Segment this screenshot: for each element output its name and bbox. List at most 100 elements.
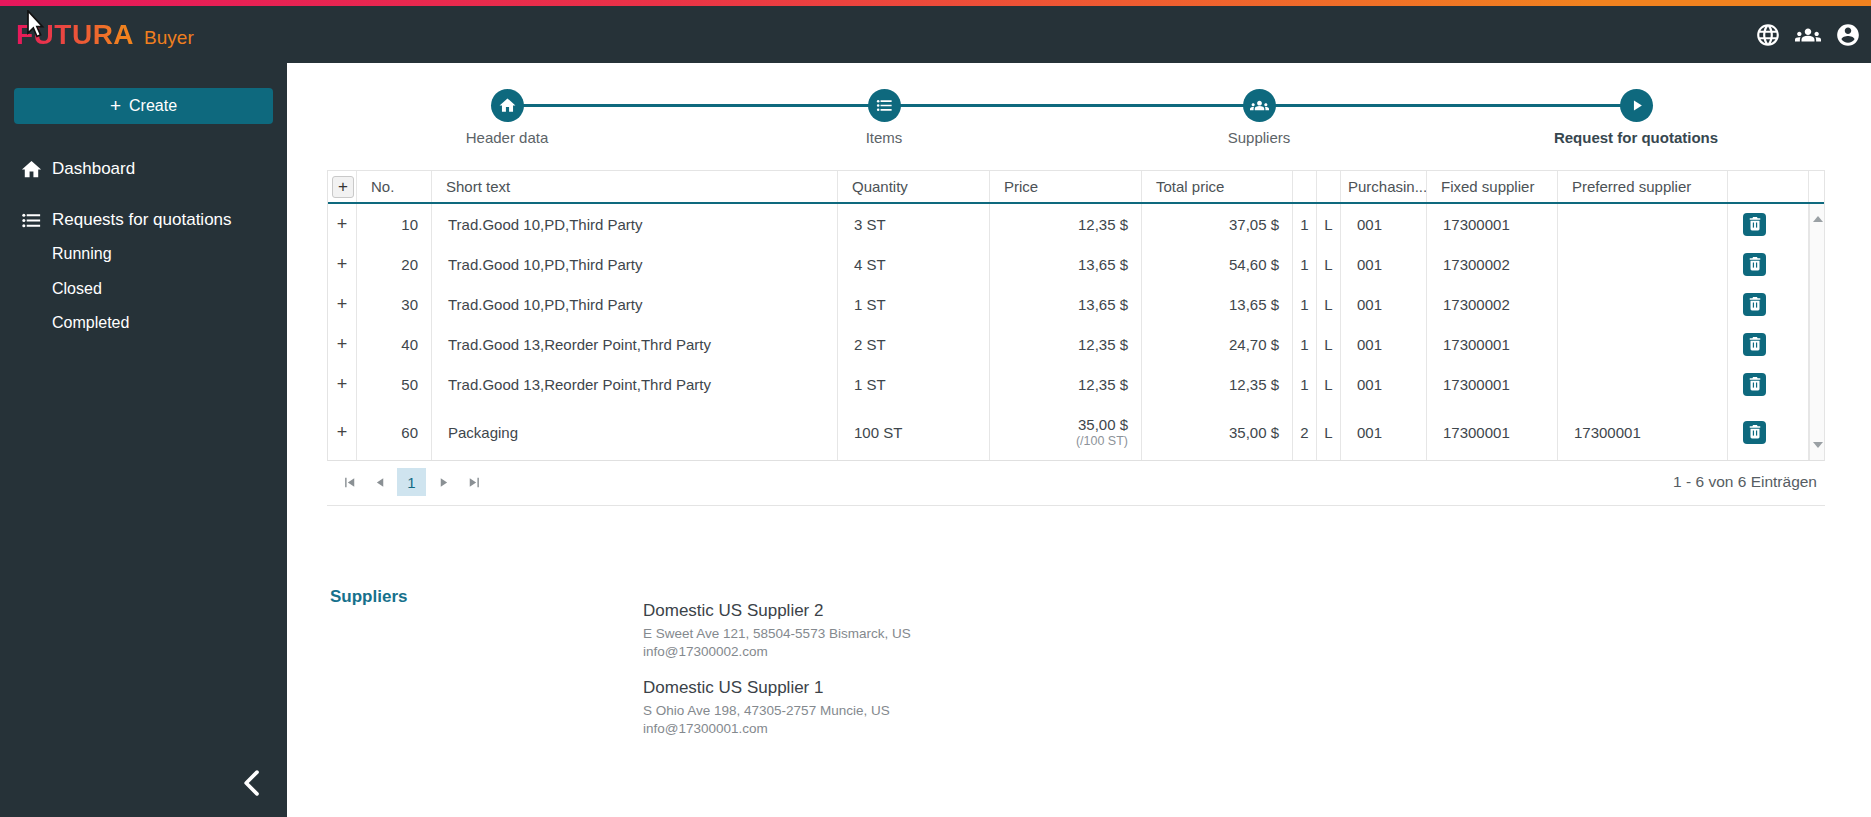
globe-icon[interactable]: [1755, 22, 1781, 48]
delete-row-button[interactable]: [1743, 293, 1766, 316]
supplier-name: Domestic US Supplier 2: [643, 601, 911, 621]
cell-short-text: Packaging: [432, 404, 838, 460]
cell-c1: 1: [1293, 364, 1317, 404]
pagination-current-page[interactable]: 1: [397, 468, 426, 496]
row-actions-cell: [1728, 324, 1809, 364]
step-label: Suppliers: [1109, 129, 1409, 146]
expand-row-icon[interactable]: +: [337, 422, 348, 443]
account-icon[interactable]: [1835, 22, 1861, 48]
cell-purchasing: 001: [1341, 244, 1427, 284]
supplier-email: info@17300001.com: [643, 720, 911, 738]
sidebar-item-label: Dashboard: [52, 159, 135, 179]
row-expand-cell: +: [328, 284, 357, 324]
add-row-button[interactable]: +: [332, 176, 354, 198]
cell-c1: 1: [1293, 324, 1317, 364]
row-expand-cell: +: [328, 324, 357, 364]
cell-c2: L: [1317, 284, 1341, 324]
pagination-first-button[interactable]: [335, 468, 363, 496]
sidebar-item-closed[interactable]: Closed: [52, 278, 102, 300]
row-expand-cell: +: [328, 244, 357, 284]
pagination-last-button[interactable]: [460, 468, 488, 496]
header-cell-scrollbar: [1809, 171, 1824, 202]
supplier-address: S Ohio Ave 198, 47305-2757 Muncie, US: [643, 702, 911, 720]
cell-c1: 1: [1293, 244, 1317, 284]
sidebar-item-label: Requests for quotations: [52, 210, 232, 230]
scroll-down-icon[interactable]: [1813, 442, 1823, 448]
header-cell-short-text: Short text: [432, 171, 838, 202]
cell-c1: 1: [1293, 284, 1317, 324]
cell-quantity: 4 ST: [838, 244, 990, 284]
table-row: +50Trad.Good 13,Reorder Point,Thrd Party…: [328, 364, 1809, 404]
table-row: +10Trad.Good 10,PD,Third Party3 ST12,35 …: [328, 204, 1809, 244]
cell-c2: L: [1317, 204, 1341, 244]
expand-row-icon[interactable]: +: [337, 254, 348, 275]
sidebar-item-dashboard[interactable]: Dashboard: [0, 155, 287, 183]
cell-price: 12,35 $: [990, 364, 1142, 404]
cell-preferred-supplier: [1558, 364, 1728, 404]
header-cell-add: +: [328, 171, 357, 202]
home-icon: [20, 158, 43, 181]
cell-short-text: Trad.Good 10,PD,Third Party: [432, 204, 838, 244]
suppliers-heading: Suppliers: [330, 587, 407, 607]
row-expand-cell: +: [328, 404, 357, 460]
users-icon[interactable]: [1795, 22, 1821, 48]
row-actions-cell: [1728, 364, 1809, 404]
cell-short-text: Trad.Good 10,PD,Third Party: [432, 244, 838, 284]
delete-row-button[interactable]: [1743, 333, 1766, 356]
create-button[interactable]: + Create: [14, 88, 273, 124]
cell-fixed-supplier: 17300001: [1427, 324, 1558, 364]
cell-price: 12,35 $: [990, 324, 1142, 364]
cell-quantity: 1 ST: [838, 364, 990, 404]
header-cell-fixed-supplier: Fixed supplier: [1427, 171, 1558, 202]
expand-row-icon[interactable]: +: [337, 334, 348, 355]
cell-no: 30: [357, 284, 432, 324]
step-suppliers-icon[interactable]: [1243, 89, 1276, 122]
pagination-prev-button[interactable]: [366, 468, 394, 496]
cell-c1: 2: [1293, 404, 1317, 460]
header-cell-actions: [1728, 171, 1809, 202]
cell-purchasing: 001: [1341, 204, 1427, 244]
sidebar: + Create Dashboard Requests for quotatio…: [0, 63, 287, 817]
cell-preferred-supplier: [1558, 324, 1728, 364]
step-items-icon[interactable]: [868, 89, 901, 122]
list-icon: [20, 209, 43, 232]
price-unit-note: (/100 ST): [1076, 434, 1128, 448]
cell-c2: L: [1317, 324, 1341, 364]
cell-short-text: Trad.Good 13,Reorder Point,Thrd Party: [432, 364, 838, 404]
cell-fixed-supplier: 17300001: [1427, 364, 1558, 404]
header-cell-total-price: Total price: [1142, 171, 1293, 202]
cell-no: 10: [357, 204, 432, 244]
delete-row-button[interactable]: [1743, 253, 1766, 276]
cell-c2: L: [1317, 244, 1341, 284]
cell-preferred-supplier: 17300001: [1558, 404, 1728, 460]
cell-total-price: 24,70 $: [1142, 324, 1293, 364]
expand-row-icon[interactable]: +: [337, 214, 348, 235]
cell-no: 20: [357, 244, 432, 284]
table-row: +30Trad.Good 10,PD,Third Party1 ST13,65 …: [328, 284, 1809, 324]
delete-row-button[interactable]: [1743, 213, 1766, 236]
expand-row-icon[interactable]: +: [337, 294, 348, 315]
row-actions-cell: [1728, 404, 1809, 460]
step-request-for-quotations-icon[interactable]: [1620, 89, 1653, 122]
row-actions-cell: [1728, 204, 1809, 244]
step-header-data-icon[interactable]: [491, 89, 524, 122]
scroll-up-icon[interactable]: [1813, 216, 1823, 222]
cell-purchasing: 001: [1341, 284, 1427, 324]
cell-price: 35,00 $(/100 ST): [990, 404, 1142, 460]
sidebar-item-completed[interactable]: Completed: [52, 312, 129, 334]
pagination-next-button[interactable]: [429, 468, 457, 496]
delete-row-button[interactable]: [1743, 373, 1766, 396]
row-expand-cell: +: [328, 364, 357, 404]
sidebar-item-requests-for-quotations[interactable]: Requests for quotations: [0, 206, 287, 234]
sidebar-item-running[interactable]: Running: [52, 243, 112, 265]
expand-row-icon[interactable]: +: [337, 374, 348, 395]
supplier-address: E Sweet Ave 121, 58504-5573 Bismarck, US: [643, 625, 911, 643]
delete-row-button[interactable]: [1743, 421, 1766, 444]
supplier-name: Domestic US Supplier 1: [643, 678, 911, 698]
cell-total-price: 54,60 $: [1142, 244, 1293, 284]
suppliers-list: Domestic US Supplier 2 E Sweet Ave 121, 5…: [643, 601, 911, 755]
app-logo: FUTURA Buyer: [16, 19, 194, 51]
cell-no: 50: [357, 364, 432, 404]
table-scrollbar[interactable]: [1809, 204, 1824, 460]
sidebar-collapse-button[interactable]: [232, 763, 272, 803]
